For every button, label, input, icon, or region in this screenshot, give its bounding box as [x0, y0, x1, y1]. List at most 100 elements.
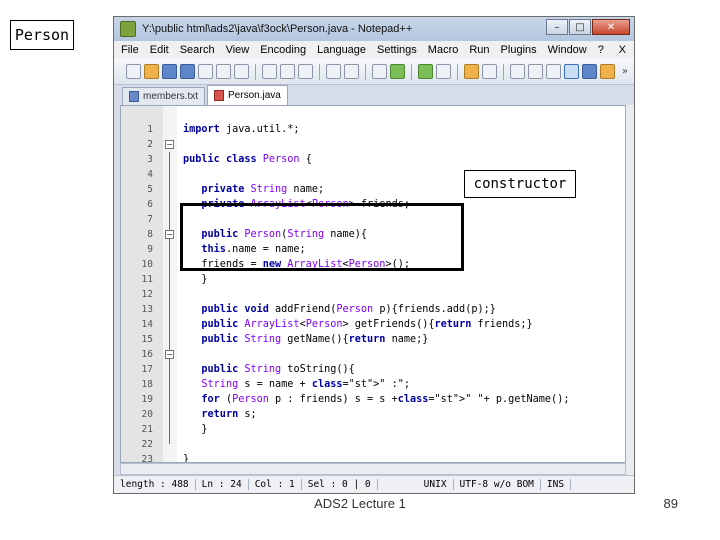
line-number: 17	[141, 364, 153, 375]
user-language-icon[interactable]	[564, 64, 579, 79]
code-line[interactable]: 22	[121, 437, 625, 452]
code-line[interactable]: 3 public class Person {	[121, 152, 625, 167]
code-line[interactable]: 16	[121, 347, 625, 362]
code-line[interactable]: 14 public ArrayList<Person> getFriends()…	[121, 317, 625, 332]
window-controls: – □ ✕	[546, 19, 630, 35]
maximize-icon[interactable]: □	[569, 19, 591, 35]
code-text: import java.util.*;	[183, 124, 300, 135]
print-icon[interactable]	[234, 64, 249, 79]
code-line[interactable]: 17 public String toString(){	[121, 362, 625, 377]
toolbar-separator	[365, 63, 366, 80]
undo-icon[interactable]	[326, 64, 341, 79]
toolbar-separator	[503, 63, 504, 80]
vertical-scrollbar[interactable]	[626, 105, 634, 475]
slide-footer: ADS2 Lecture 1	[314, 496, 406, 511]
line-number: 12	[141, 289, 153, 300]
open-file-icon[interactable]	[144, 64, 159, 79]
menu-macro[interactable]: Macro	[424, 44, 463, 56]
toolbar-separator	[319, 63, 320, 80]
macro-record-icon[interactable]	[600, 64, 615, 79]
menu-view[interactable]: View	[222, 44, 254, 56]
code-line[interactable]: 12	[121, 287, 625, 302]
menu-encoding[interactable]: Encoding	[256, 44, 310, 56]
zoom-out-icon[interactable]	[436, 64, 451, 79]
code-text: public void addFriend(Person p){friends.…	[201, 304, 496, 315]
notepad-app-icon	[120, 21, 136, 37]
code-text: return s;	[201, 409, 257, 420]
toolbar-separator	[411, 63, 412, 80]
line-number: 8	[147, 229, 153, 240]
code-line[interactable]: 21 }	[121, 422, 625, 437]
menu-help[interactable]: ?	[594, 44, 608, 56]
horizontal-scrollbar[interactable]	[120, 463, 626, 475]
save-all-icon[interactable]	[180, 64, 195, 79]
window-title: Y:\public html\ads2\java\f3ock\Person.ja…	[142, 23, 413, 35]
code-line[interactable]: 11 }	[121, 272, 625, 287]
show-all-chars-icon[interactable]	[528, 64, 543, 79]
menu-settings[interactable]: Settings	[373, 44, 421, 56]
code-line[interactable]: 1 import java.util.*;	[121, 122, 625, 137]
tab-label: members.txt	[143, 91, 199, 102]
line-number: 9	[147, 244, 153, 255]
code-text: for (Person p : friends) s = s +class="s…	[201, 394, 570, 405]
code-editor[interactable]: − − − 1 import java.util.*; 2 3 public class…	[120, 105, 626, 463]
tab-bar: members.txt Person.java	[114, 85, 634, 105]
indent-guide-icon[interactable]	[546, 64, 561, 79]
tab-person-java[interactable]: Person.java	[207, 85, 288, 105]
menu-search[interactable]: Search	[176, 44, 219, 56]
title-bar[interactable]: Y:\public html\ads2\java\f3ock\Person.ja…	[114, 17, 634, 41]
redo-icon[interactable]	[344, 64, 359, 79]
constructor-callout: constructor	[464, 170, 576, 198]
new-file-icon[interactable]	[126, 64, 141, 79]
line-number: 21	[141, 424, 153, 435]
code-line[interactable]: 2	[121, 137, 625, 152]
minimize-icon[interactable]: –	[546, 19, 568, 35]
tab-label: Person.java	[228, 90, 281, 101]
code-line[interactable]: 13 public void addFriend(Person p){frien…	[121, 302, 625, 317]
sync-horizontal-icon[interactable]	[482, 64, 497, 79]
line-number: 16	[141, 349, 153, 360]
code-line[interactable]: 19 for (Person p : friends) s = s +class…	[121, 392, 625, 407]
sync-vertical-icon[interactable]	[464, 64, 479, 79]
line-number: 20	[141, 409, 153, 420]
menu-edit[interactable]: Edit	[146, 44, 173, 56]
line-number: 11	[141, 274, 153, 285]
status-encoding: UTF-8 w/o BOM	[454, 479, 541, 490]
doc-map-icon[interactable]	[582, 64, 597, 79]
word-wrap-icon[interactable]	[510, 64, 525, 79]
close-all-icon[interactable]	[216, 64, 231, 79]
replace-icon[interactable]	[390, 64, 405, 79]
line-number: 13	[141, 304, 153, 315]
code-line[interactable]: 23}	[121, 452, 625, 463]
line-number: 1	[147, 124, 153, 135]
paste-icon[interactable]	[298, 64, 313, 79]
code-line[interactable]: 20 return s;	[121, 407, 625, 422]
document-close-icon[interactable]: X	[619, 44, 626, 56]
code-line[interactable]: 15 public String getName(){return name;}	[121, 332, 625, 347]
menu-plugins[interactable]: Plugins	[497, 44, 541, 56]
cut-icon[interactable]	[262, 64, 277, 79]
code-text: public String getName(){return name;}	[201, 334, 429, 345]
file-modified-icon	[214, 90, 225, 101]
toolbar: »	[114, 59, 634, 85]
status-column: Col : 1	[249, 479, 302, 490]
status-length: length : 488	[114, 479, 196, 490]
line-number: 10	[141, 259, 153, 270]
menu-file[interactable]: File	[117, 44, 143, 56]
menu-language[interactable]: Language	[313, 44, 370, 56]
close-icon[interactable]: ✕	[592, 19, 630, 35]
zoom-in-icon[interactable]	[418, 64, 433, 79]
tab-members-txt[interactable]: members.txt	[122, 87, 206, 105]
save-icon[interactable]	[162, 64, 177, 79]
toolbar-overflow-icon[interactable]: »	[622, 66, 628, 77]
line-number: 19	[141, 394, 153, 405]
line-number: 23	[141, 454, 153, 463]
code-text: private String name;	[201, 184, 325, 195]
menu-window[interactable]: Window	[544, 44, 591, 56]
slide-page-number: 89	[663, 496, 678, 511]
copy-icon[interactable]	[280, 64, 295, 79]
find-icon[interactable]	[372, 64, 387, 79]
close-file-icon[interactable]	[198, 64, 213, 79]
code-line[interactable]: 18 String s = name + class="st">" :";	[121, 377, 625, 392]
menu-run[interactable]: Run	[465, 44, 493, 56]
